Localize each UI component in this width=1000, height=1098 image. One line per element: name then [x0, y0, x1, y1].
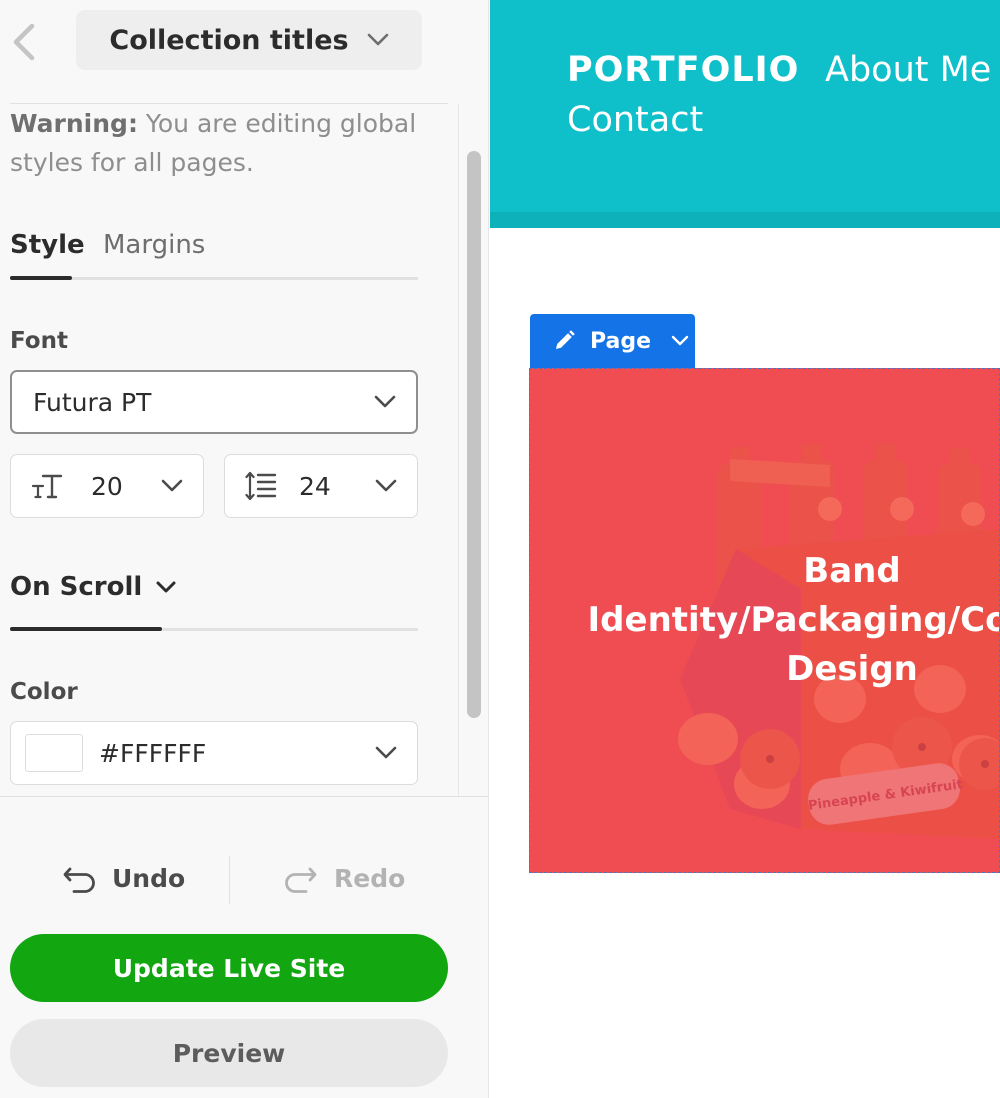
project-title: Band Identity/Packaging/Concept Design: [587, 551, 999, 689]
on-scroll-toggle[interactable]: On Scroll: [10, 572, 176, 602]
site-brand[interactable]: PORTFOLIO: [567, 50, 799, 90]
line-height-select[interactable]: 24: [224, 454, 418, 518]
tab-style[interactable]: Style: [10, 228, 85, 262]
redo-label: Redo: [334, 864, 406, 893]
scrollbar-thumb[interactable]: [467, 151, 481, 718]
back-button[interactable]: [8, 20, 40, 64]
pencil-icon: [556, 330, 575, 349]
undo-icon: [63, 867, 95, 893]
line-height-value: 24: [299, 471, 331, 501]
style-panel: Collection titles Warning: You are editi…: [0, 0, 489, 1098]
page-edit-tab[interactable]: Page: [530, 314, 695, 368]
font-value: Futura PT: [33, 387, 152, 417]
undo-redo-divider: [229, 856, 230, 904]
collection-titles-dropdown[interactable]: Collection titles: [76, 10, 422, 70]
on-scroll-label: On Scroll: [10, 572, 143, 602]
font-size-value: 20: [91, 471, 123, 501]
font-select[interactable]: Futura PT: [10, 370, 418, 434]
color-label: Color: [10, 679, 78, 705]
line-height-icon: [245, 471, 277, 501]
project-cover[interactable]: Pineapple & Kiwifruit Band Identity/Pack…: [529, 368, 1000, 873]
redo-icon: [285, 867, 317, 893]
tabs-active-indicator: [10, 276, 72, 280]
undo-button[interactable]: Undo: [62, 864, 185, 893]
update-live-site-button[interactable]: Update Live Site: [10, 934, 448, 1002]
chevron-down-icon: [367, 33, 388, 46]
page-tab-label: Page: [590, 328, 652, 354]
nav-link-about-me[interactable]: About Me: [825, 50, 991, 90]
color-value: #FFFFFF: [99, 738, 207, 768]
text-size-icon: [31, 474, 63, 499]
chevron-left-icon: [13, 23, 35, 61]
warning-label: Warning:: [10, 109, 138, 138]
chevron-down-icon: [374, 395, 396, 408]
warning-message: Warning: You are editing global styles f…: [10, 104, 430, 182]
redo-button[interactable]: Redo: [284, 864, 405, 893]
undo-label: Undo: [112, 864, 186, 893]
preview-button[interactable]: Preview: [10, 1019, 448, 1087]
font-label: Font: [10, 328, 68, 354]
color-select[interactable]: #FFFFFF: [10, 721, 418, 785]
site-header: PORTFOLIO About Me Contact: [490, 0, 1000, 228]
header-bottom-band: [490, 212, 1000, 228]
color-swatch[interactable]: [25, 734, 83, 772]
chevron-down-icon: [671, 335, 689, 346]
nav-link-contact[interactable]: Contact: [567, 100, 703, 140]
chevron-down-icon: [161, 479, 183, 492]
divider: [0, 796, 488, 797]
settings-scroll-area: Warning: You are editing global styles f…: [0, 104, 488, 796]
scroll-divider: [458, 104, 459, 796]
tab-margins[interactable]: Margins: [103, 228, 205, 262]
chevron-down-icon: [375, 746, 397, 759]
chevron-down-icon: [156, 581, 176, 592]
panel-title: Collection titles: [109, 24, 349, 56]
on-scroll-active-indicator: [10, 627, 162, 631]
style-tabs: Style Margins: [10, 228, 418, 280]
chevron-down-icon: [375, 479, 397, 492]
font-size-select[interactable]: 20: [10, 454, 204, 518]
